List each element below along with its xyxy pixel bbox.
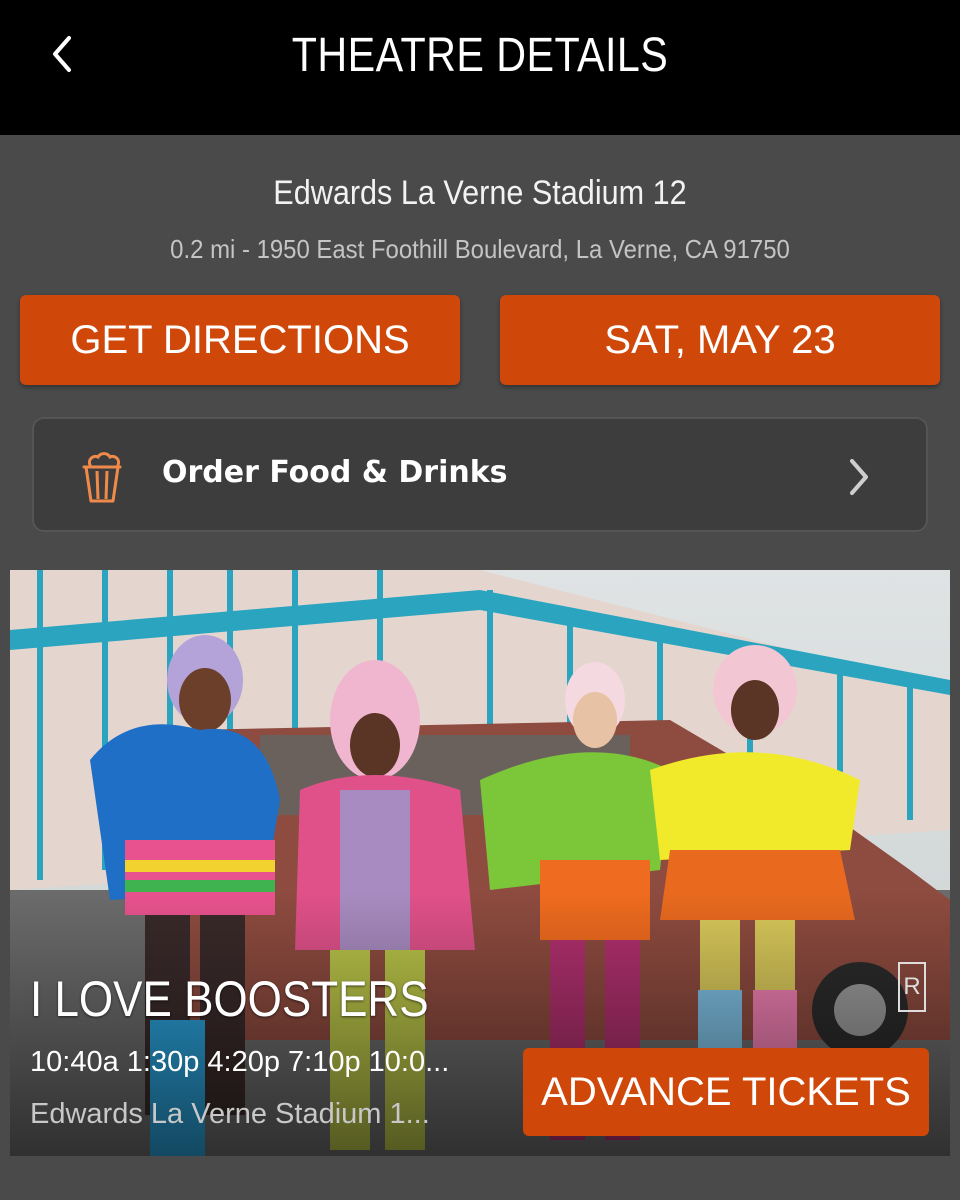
order-food-label: Order Food & Drinks: [162, 455, 508, 490]
theatre-address: 0.2 mi - 1950 East Foothill Boulevard, L…: [170, 234, 790, 264]
date-selector-button[interactable]: SAT, MAY 23: [500, 295, 940, 385]
movie-theatre-name: Edwards La Verne Stadium 1...: [30, 1098, 430, 1130]
top-bar: THEATRE DETAILS: [0, 0, 960, 135]
popcorn-icon: [82, 452, 122, 503]
page-title: THEATRE DETAILS: [291, 29, 669, 82]
chevron-right-icon: [850, 459, 868, 495]
get-directions-button[interactable]: GET DIRECTIONS: [20, 295, 460, 385]
movie-title[interactable]: I LOVE BOOSTERS: [30, 970, 429, 1028]
order-food-row[interactable]: Order Food & Drinks: [32, 417, 928, 532]
theatre-name: Edwards La Verne Stadium 12: [273, 174, 687, 212]
movie-card[interactable]: I LOVE BOOSTERS R 10:40a 1:30p 4:20p 7:1…: [10, 570, 950, 1156]
rating-badge: R: [898, 962, 926, 1012]
advance-tickets-button[interactable]: ADVANCE TICKETS: [523, 1048, 929, 1136]
showtimes-list: 10:40a 1:30p 4:20p 7:10p 10:0...: [30, 1046, 450, 1078]
